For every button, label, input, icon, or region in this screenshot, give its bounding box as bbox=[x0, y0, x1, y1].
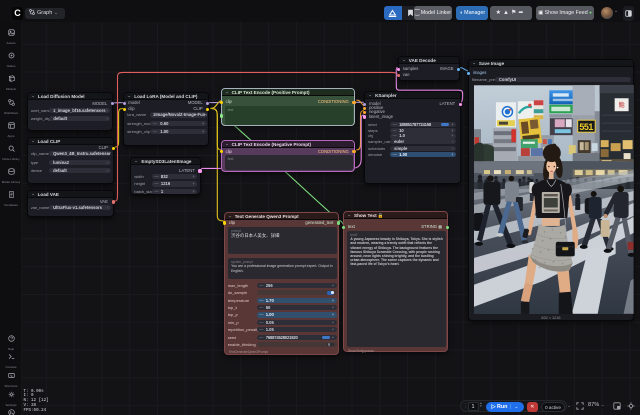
svg-text:551: 551 bbox=[580, 122, 594, 132]
svg-text:鮨: 鮨 bbox=[619, 101, 625, 109]
